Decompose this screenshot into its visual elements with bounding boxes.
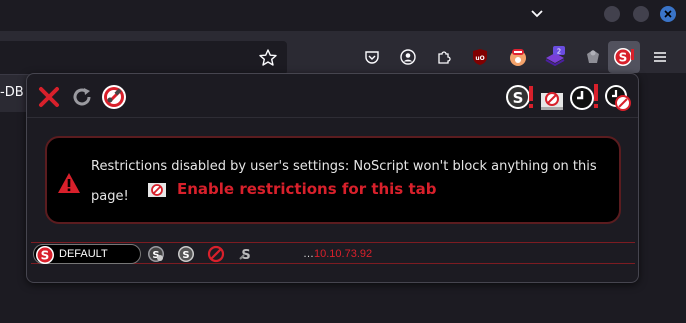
svg-text:S: S — [41, 249, 50, 263]
extension-icon[interactable] — [581, 45, 605, 69]
options-icon[interactable] — [99, 82, 129, 112]
svg-text:uO: uO — [475, 55, 484, 62]
pocket-icon[interactable] — [360, 45, 384, 69]
title-bar — [0, 0, 686, 31]
site-host[interactable]: …10.10.73.92 — [303, 248, 372, 260]
warning-icon — [58, 173, 80, 193]
svg-text:S: S — [619, 51, 628, 65]
preset-custom-icon[interactable]: S — [177, 245, 195, 263]
url-bar[interactable] — [0, 41, 287, 75]
temp-trust-all-icon[interactable] — [569, 81, 601, 113]
enable-restrictions-label: Enable restrictions for this tab — [177, 180, 437, 198]
global-disable-icon[interactable]: S — [505, 82, 535, 112]
ublock-icon[interactable]: uO — [468, 45, 492, 69]
extension-icon[interactable] — [506, 45, 530, 69]
preset-default-icon: S — [36, 246, 54, 264]
star-icon[interactable] — [258, 48, 278, 68]
svg-text:S: S — [182, 250, 189, 261]
host-name: 10.10.73.92 — [314, 248, 373, 260]
tab-label[interactable]: -DB — [0, 85, 24, 100]
preset-label: DEFAULT — [59, 248, 108, 260]
host-ellipsis: … — [303, 248, 314, 260]
close-window-button[interactable] — [660, 6, 676, 22]
temp-trust-page-icon[interactable] — [603, 82, 633, 112]
noscript-popup: S Restrictions disabled by user's settin… — [26, 73, 639, 283]
extensions-icon[interactable] — [432, 45, 456, 69]
revoke-temp-icon[interactable] — [538, 82, 566, 112]
popup-toolbar: S — [27, 74, 638, 118]
preset-selector[interactable]: S DEFAULT — [33, 244, 141, 264]
menu-icon[interactable] — [648, 45, 672, 69]
preset-trusted-icon[interactable]: S — [147, 245, 165, 263]
close-icon — [664, 10, 672, 18]
chevron-down-icon[interactable] — [528, 5, 546, 23]
reload-icon[interactable] — [69, 84, 95, 110]
site-permissions-row: S DEFAULT S S S …10.10.73.92 — [31, 242, 635, 264]
account-icon[interactable] — [396, 45, 420, 69]
extension-badge-icon[interactable]: 2 — [543, 45, 567, 69]
minimize-button[interactable] — [604, 6, 620, 22]
preset-temp-icon[interactable]: S — [237, 245, 255, 263]
restrictions-tab-icon — [148, 183, 166, 197]
badge-count: 2 — [557, 48, 561, 56]
maximize-button[interactable] — [633, 6, 649, 22]
close-icon[interactable] — [37, 85, 61, 109]
noscript-icon[interactable]: S — [608, 41, 640, 73]
svg-text:S: S — [513, 89, 524, 107]
enable-restrictions-link[interactable]: Enable restrictions for this tab — [147, 180, 437, 198]
restrictions-warning: Restrictions disabled by user's settings… — [45, 136, 621, 224]
preset-untrusted-icon[interactable] — [207, 245, 225, 263]
